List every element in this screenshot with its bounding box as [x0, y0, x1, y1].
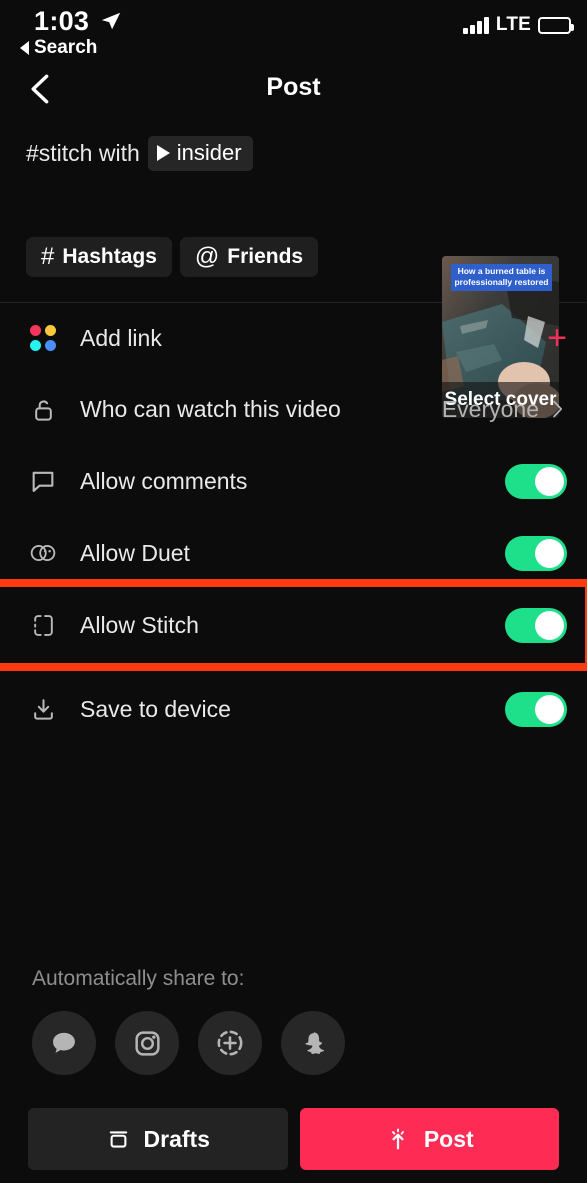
unlocked-padlock-icon [26, 392, 60, 426]
status-indicators: LTE [463, 14, 574, 36]
location-arrow-icon [101, 12, 121, 30]
caption-chip-row: # Hashtags @ Friends [26, 237, 319, 277]
save-to-device-label: Save to device [80, 695, 231, 722]
allow-comments-label: Allow comments [80, 467, 248, 494]
allow-stitch-label: Allow Stitch [80, 611, 199, 638]
archive-box-icon [109, 1130, 127, 1148]
hashtags-button[interactable]: # Hashtags [26, 237, 172, 277]
status-bar: 1:03 Search LTE [0, 0, 587, 66]
auto-share-label: Automatically share to: [32, 967, 245, 990]
auto-share-targets [32, 1011, 345, 1075]
comment-bubble-icon [26, 464, 60, 498]
instagram-story-icon [217, 1030, 243, 1056]
auto-share-section: Automatically share to: [32, 967, 345, 1075]
page-title: Post [266, 73, 321, 101]
mention-label: insider [176, 140, 242, 165]
allow-comments-toggle[interactable] [505, 463, 567, 499]
drafts-label: Drafts [143, 1125, 210, 1152]
thumbnail-caption-overlay: How a burned table is professionally res… [451, 264, 552, 291]
four-dots-icon [26, 321, 60, 355]
duet-circles-icon [26, 536, 60, 570]
allow-stitch-toggle[interactable] [505, 607, 567, 643]
battery-icon [538, 16, 574, 34]
share-snapchat-button[interactable] [281, 1011, 345, 1075]
snapchat-icon [304, 1031, 324, 1054]
stitch-frame-icon [26, 608, 60, 642]
chevron-right-icon [553, 400, 563, 418]
mention-pill[interactable]: insider [147, 136, 253, 171]
add-link-label: Add link [80, 324, 162, 351]
status-time: 1:03 [34, 6, 90, 36]
row-allow-comments[interactable]: Allow comments [0, 445, 587, 517]
row-allow-duet[interactable]: Allow Duet [0, 517, 587, 589]
caption-area: #stitch with insider # Hashtags @ Friend… [0, 120, 587, 418]
messages-icon [53, 1032, 75, 1053]
at-mention-icon: @ [194, 243, 220, 270]
friends-button[interactable]: @ Friends [179, 237, 319, 277]
share-instagram-button[interactable] [115, 1011, 179, 1075]
hashtag-icon: # [41, 243, 55, 270]
share-messages-button[interactable] [32, 1011, 96, 1075]
share-instagram-story-button[interactable] [198, 1011, 262, 1075]
hashtags-label: Hashtags [62, 245, 157, 268]
allow-duet-toggle[interactable] [505, 535, 567, 571]
row-allow-stitch[interactable]: Allow Stitch [0, 579, 587, 671]
allow-duet-label: Allow Duet [80, 539, 190, 566]
add-link-plus-icon[interactable]: + [547, 321, 567, 355]
signal-bars-icon [463, 16, 489, 34]
nav-bar: Post [0, 66, 587, 120]
drafts-button[interactable]: Drafts [28, 1108, 288, 1170]
triangle-left-icon [20, 41, 29, 55]
network-label: LTE [495, 14, 531, 35]
who-can-watch-label: Who can watch this video [80, 395, 341, 422]
save-to-device-toggle[interactable] [505, 691, 567, 727]
row-add-link[interactable]: Add link + [0, 303, 587, 373]
post-label: Post [423, 1125, 474, 1152]
settings-list: Add link + Who can watch this video Ever… [0, 303, 587, 745]
bottom-action-bar: Drafts Post [0, 1095, 587, 1183]
play-triangle-icon [156, 145, 170, 161]
instagram-icon [134, 1030, 160, 1056]
caption-text: #stitch with [26, 140, 140, 166]
post-screen: 1:03 Search LTE Post #stitch with inside… [0, 0, 587, 1183]
download-icon [26, 692, 60, 726]
upload-sparkle-icon [391, 1128, 404, 1150]
post-button[interactable]: Post [299, 1108, 559, 1170]
friends-label: Friends [227, 245, 304, 268]
status-back-to-search[interactable]: Search [20, 37, 97, 59]
caption-input[interactable]: #stitch with insider [26, 136, 565, 171]
row-who-can-watch[interactable]: Who can watch this video Everyone [0, 373, 587, 445]
row-save-to-device[interactable]: Save to device [0, 673, 587, 745]
status-back-label: Search [34, 37, 98, 58]
who-can-watch-value: Everyone [441, 395, 539, 422]
